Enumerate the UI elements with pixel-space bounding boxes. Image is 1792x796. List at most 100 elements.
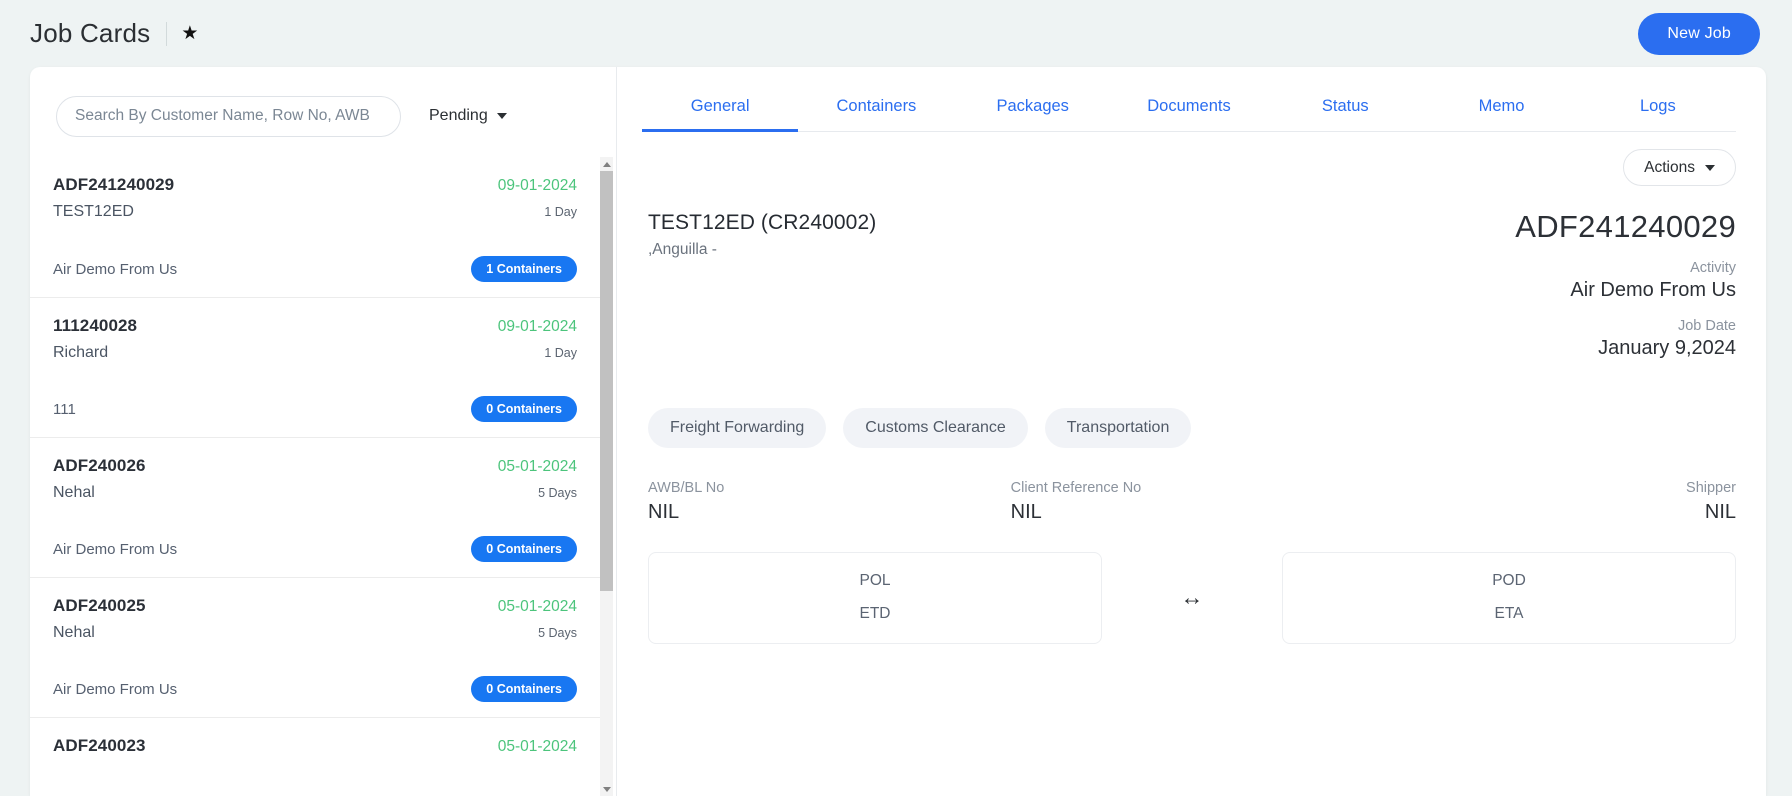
chevron-down-icon [1705, 164, 1715, 171]
job-date: 09-01-2024 [497, 177, 577, 194]
detail-fields-row: AWB/BL No NIL Client Reference No NIL Sh… [642, 448, 1736, 524]
field-value: NIL [1010, 500, 1042, 523]
job-age: 1 Day [544, 205, 577, 219]
list-item-row-secondary: Richard 1 Day [53, 344, 577, 362]
service-chip-transportation[interactable]: Transportation [1044, 407, 1192, 448]
detail-header: TEST12ED (CR240002) ,Anguilla - ADF24124… [642, 186, 1736, 360]
job-code: ADF240026 [53, 456, 146, 475]
scroll-up-arrow-icon[interactable] [600, 157, 613, 171]
tab-containers[interactable]: Containers [798, 83, 954, 131]
field-value: NIL [1704, 500, 1737, 523]
list-toolbar: Pending [30, 89, 616, 143]
list-item-row-primary: ADF240023 05-01-2024 [53, 736, 577, 756]
chevron-down-icon [496, 113, 507, 119]
tab-status[interactable]: Status [1267, 83, 1423, 131]
list-item-row-primary: 111240028 09-01-2024 [53, 316, 577, 336]
tab-general[interactable]: General [642, 83, 799, 132]
list-item-row-footer: Air Demo From Us 0 Containers [53, 536, 577, 562]
job-age: 5 Days [538, 626, 577, 640]
detail-tabs: General Containers Packages Documents St… [642, 67, 1736, 132]
status-filter-dropdown[interactable]: Pending [429, 107, 507, 125]
origin-box[interactable]: POL ETD [648, 551, 1102, 644]
field-label: Client Reference No [1010, 479, 1142, 496]
page-title: Job Cards [30, 18, 151, 48]
service-chip-customs-clearance[interactable]: Customs Clearance [843, 407, 1028, 448]
destination-box[interactable]: POD ETA [1282, 551, 1736, 644]
containers-badge: 0 Containers [471, 676, 577, 702]
tab-logs[interactable]: Logs [1580, 83, 1736, 131]
detail-customer-title: TEST12ED (CR240002) [648, 211, 877, 234]
service-chips: Freight Forwarding Customs Clearance Tra… [642, 360, 1736, 448]
job-list-scroll-area: ADF241240029 09-01-2024 TEST12ED 1 Day A… [30, 157, 616, 796]
job-age: 5 Days [538, 486, 577, 500]
list-item[interactable]: 111240028 09-01-2024 Richard 1 Day 111 0… [30, 297, 600, 437]
job-date-value: January 9,2024 [1598, 336, 1736, 359]
tab-packages[interactable]: Packages [955, 83, 1111, 131]
field-label: Shipper [1686, 479, 1737, 496]
job-list: ADF241240029 09-01-2024 TEST12ED 1 Day A… [30, 157, 616, 796]
job-customer: Richard [53, 344, 109, 361]
actions-button[interactable]: Actions [1623, 149, 1736, 186]
pod-label: POD [1492, 572, 1526, 590]
field-shipper: Shipper NIL [1373, 480, 1736, 524]
scroll-down-arrow-icon[interactable] [600, 782, 613, 796]
containers-badge: 0 Containers [471, 536, 577, 562]
job-code: 111240028 [53, 316, 138, 335]
job-code: ADF240023 [53, 736, 146, 755]
job-detail-panel: General Containers Packages Documents St… [617, 67, 1766, 796]
job-list-panel: Pending ADF241240029 09-01-2024 TEST12ED… [30, 67, 617, 796]
service-chip-freight-forwarding[interactable]: Freight Forwarding [648, 407, 827, 448]
route-arrow-icon: ↔ [1180, 584, 1204, 611]
job-date: 05-01-2024 [497, 458, 577, 475]
job-date: 05-01-2024 [497, 738, 577, 755]
tab-documents[interactable]: Documents [1111, 83, 1267, 131]
field-label: AWB/BL No [648, 479, 725, 496]
actions-button-label: Actions [1644, 158, 1695, 176]
detail-customer-address: ,Anguilla - [648, 241, 717, 258]
job-customer: Nehal [53, 624, 95, 641]
list-item-row-primary: ADF240025 05-01-2024 [53, 596, 577, 616]
star-icon[interactable]: ★ [181, 24, 198, 43]
list-item-row-secondary: TEST12ED 1 Day [53, 203, 577, 221]
list-item-row-footer: 111 0 Containers [53, 396, 577, 422]
list-item[interactable]: ADF240025 05-01-2024 Nehal 5 Days Air De… [30, 577, 600, 717]
tab-memo[interactable]: Memo [1423, 83, 1579, 131]
page-card: Pending ADF241240029 09-01-2024 TEST12ED… [30, 67, 1766, 796]
list-item[interactable]: ADF241240029 09-01-2024 TEST12ED 1 Day A… [30, 157, 600, 297]
list-item-row-primary: ADF240026 05-01-2024 [53, 456, 577, 476]
detail-job-number: ADF241240029 [1515, 209, 1736, 244]
field-value: NIL [648, 500, 680, 523]
actions-row: Actions [642, 132, 1736, 186]
job-date: 05-01-2024 [497, 598, 577, 615]
job-code: ADF241240029 [53, 175, 175, 194]
scrollbar-thumb[interactable] [600, 171, 613, 591]
job-activity: Air Demo From Us [53, 260, 178, 278]
new-job-button[interactable]: New Job [1638, 12, 1760, 55]
list-item[interactable]: ADF240023 05-01-2024 [30, 717, 600, 796]
detail-summary-block: ADF241240029 Activity Air Demo From Us J… [1515, 209, 1736, 360]
list-item-row-footer: Air Demo From Us 0 Containers [53, 676, 577, 702]
containers-badge: 1 Containers [471, 256, 577, 282]
field-client-reference-no: Client Reference No NIL [1011, 480, 1374, 524]
activity-label: Activity [1690, 259, 1736, 276]
list-item-row-secondary: Nehal 5 Days [53, 484, 577, 502]
title-divider [166, 21, 168, 46]
job-age: 1 Day [544, 346, 577, 360]
containers-badge: 0 Containers [471, 396, 577, 422]
list-item-row-primary: ADF241240029 09-01-2024 [53, 175, 577, 195]
route-row: POL ETD ↔ POD ETA [642, 524, 1736, 644]
list-item[interactable]: ADF240026 05-01-2024 Nehal 5 Days Air De… [30, 437, 600, 577]
list-item-row-footer: Air Demo From Us 1 Containers [53, 256, 577, 282]
job-customer: TEST12ED [53, 203, 134, 220]
field-awb-bl-no: AWB/BL No NIL [648, 480, 1011, 524]
detail-customer-block: TEST12ED (CR240002) ,Anguilla - [642, 211, 876, 360]
search-input[interactable] [56, 95, 401, 137]
job-date-label: Job Date [1677, 317, 1736, 334]
top-bar: Job Cards ★ New Job [0, 0, 1792, 67]
job-customer: Nehal [53, 484, 95, 501]
activity-value: Air Demo From Us [1570, 278, 1736, 301]
job-date: 09-01-2024 [497, 318, 577, 335]
status-filter-label: Pending [429, 107, 488, 124]
job-activity: 111 [53, 400, 76, 418]
list-scrollbar[interactable] [600, 157, 613, 796]
